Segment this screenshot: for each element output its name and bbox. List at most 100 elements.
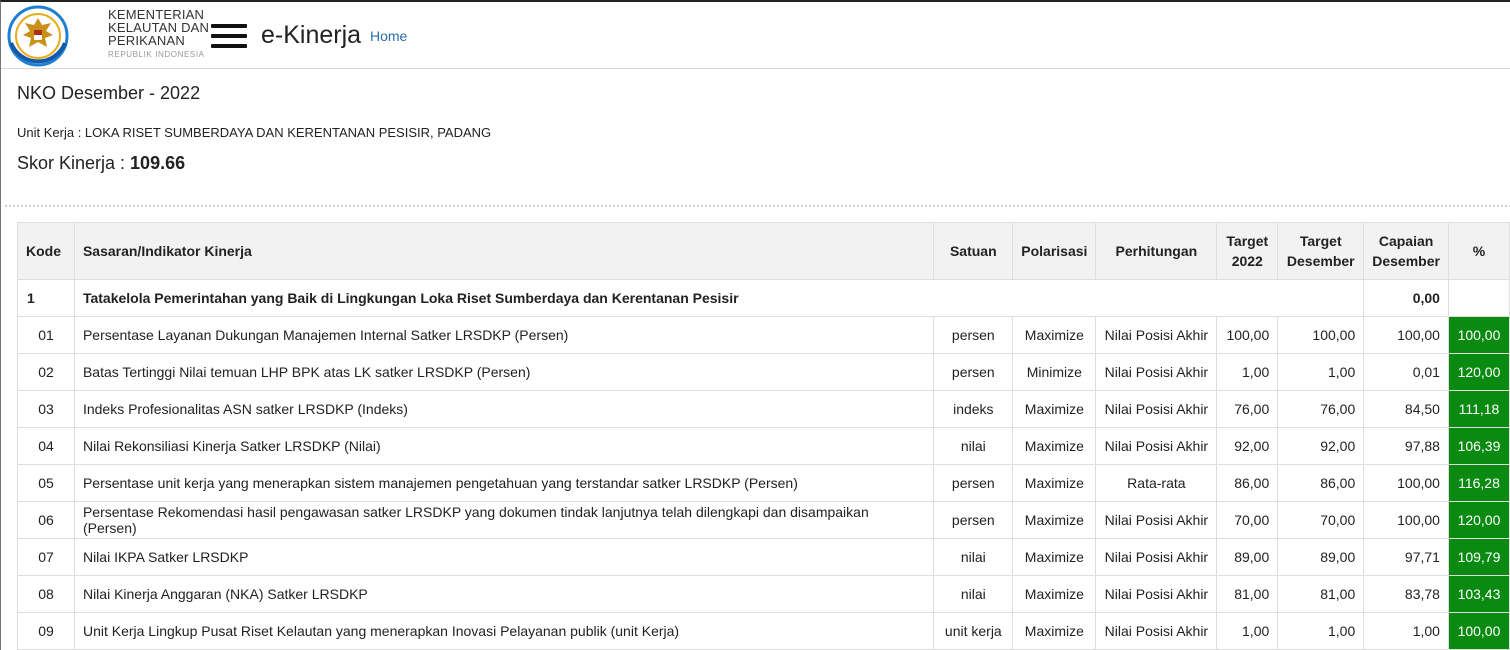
skor-label: Skor Kinerja : (17, 153, 131, 173)
cell-perhitungan: Nilai Posisi Akhir (1095, 390, 1218, 428)
cell-target-desember: 1,00 (1277, 612, 1365, 650)
col-header-perhitungan: Perhitungan (1095, 222, 1218, 280)
col-header-kode: Kode (17, 222, 75, 280)
cell-indikator: Indeks Profesionalitas ASN satker LRSDKP… (73, 390, 935, 428)
table-row[interactable]: 09 Unit Kerja Lingkup Pusat Riset Kelaut… (17, 612, 1510, 650)
logo-text: KEMENTERIAN KELAUTAN DAN PERIKANAN REPUB… (108, 8, 209, 59)
kkp-emblem-icon[interactable] (5, 5, 71, 67)
cell-target-desember: 100,00 (1277, 316, 1365, 354)
cell-indikator: Persentase Rekomendasi hasil pengawasan … (73, 501, 935, 539)
cell-target-desember: 81,00 (1277, 575, 1365, 613)
cell-target-desember: 86,00 (1277, 464, 1365, 502)
cell-satuan: persen (933, 353, 1014, 391)
section-divider (5, 205, 1510, 207)
nav-home-link[interactable]: Home (370, 28, 407, 44)
cell-satuan: unit kerja (933, 612, 1014, 650)
cell-target-2022: 92,00 (1216, 427, 1279, 465)
cell-indikator: Unit Kerja Lingkup Pusat Riset Kelautan … (73, 612, 935, 650)
group-capaian: 0,00 (1363, 279, 1449, 317)
cell-capaian: 97,71 (1363, 538, 1449, 576)
cell-capaian: 100,00 (1363, 464, 1449, 502)
cell-kode: 08 (17, 575, 75, 613)
cell-polarisasi: Minimize (1012, 353, 1097, 391)
unit-kerja-value: LOKA RISET SUMBERDAYA DAN KERENTANAN PES… (84, 125, 492, 140)
cell-capaian: 0,01 (1363, 353, 1449, 391)
cell-indikator: Persentase Layanan Dukungan Manajemen In… (73, 316, 935, 354)
cell-target-desember: 76,00 (1277, 390, 1365, 428)
unit-kerja-label: Unit Kerja : (17, 125, 85, 140)
app-name[interactable]: e-Kinerja (261, 21, 361, 50)
col-header-target-desember: Target Desember (1277, 222, 1365, 280)
cell-persen: 100,00 (1447, 612, 1510, 650)
table-header-row: Kode Sasaran/Indikator Kinerja Satuan Po… (17, 222, 1510, 280)
cell-perhitungan: Nilai Posisi Akhir (1095, 575, 1218, 613)
cell-satuan: nilai (933, 427, 1014, 465)
cell-target-2022: 100,00 (1216, 316, 1279, 354)
table-row[interactable]: 05 Persentase unit kerja yang menerapkan… (17, 464, 1510, 502)
cell-indikator: Persentase unit kerja yang menerapkan si… (73, 464, 935, 502)
kinerja-table: Kode Sasaran/Indikator Kinerja Satuan Po… (17, 222, 1510, 650)
table-row[interactable]: 03 Indeks Profesionalitas ASN satker LRS… (17, 390, 1510, 428)
cell-persen: 106,39 (1447, 427, 1510, 465)
cell-capaian: 100,00 (1363, 501, 1449, 539)
cell-perhitungan: Nilai Posisi Akhir (1095, 353, 1218, 391)
cell-polarisasi: Maximize (1012, 464, 1097, 502)
table-row[interactable]: 07 Nilai IKPA Satker LRSDKP nilai Maximi… (17, 538, 1510, 576)
cell-target-2022: 70,00 (1216, 501, 1279, 539)
cell-persen: 111,18 (1447, 390, 1510, 428)
cell-polarisasi: Maximize (1012, 427, 1097, 465)
cell-capaian: 83,78 (1363, 575, 1449, 613)
cell-target-2022: 89,00 (1216, 538, 1279, 576)
cell-kode: 05 (17, 464, 75, 502)
col-header-target-2022-line2: 2022 (1231, 253, 1263, 269)
cell-perhitungan: Nilai Posisi Akhir (1095, 427, 1218, 465)
table-row[interactable]: 08 Nilai Kinerja Anggaran (NKA) Satker L… (17, 575, 1510, 613)
col-header-persen: % (1447, 222, 1510, 280)
col-header-polarisasi: Polarisasi (1012, 222, 1097, 280)
table-row[interactable]: 06 Persentase Rekomendasi hasil pengawas… (17, 501, 1510, 539)
col-header-target-desember-line2: Desember (1286, 253, 1355, 269)
cell-persen: 116,28 (1447, 464, 1510, 502)
table-row[interactable]: 02 Batas Tertinggi Nilai temuan LHP BPK … (17, 353, 1510, 391)
cell-polarisasi: Maximize (1012, 612, 1097, 650)
cell-persen: 120,00 (1447, 501, 1510, 539)
cell-polarisasi: Maximize (1012, 538, 1097, 576)
col-header-target-2022: Target 2022 (1216, 222, 1279, 280)
unit-kerja: Unit Kerja : LOKA RISET SUMBERDAYA DAN K… (17, 125, 491, 140)
col-header-capaian-desember: Capaian Desember (1363, 222, 1449, 280)
cell-kode: 01 (17, 316, 75, 354)
cell-satuan: indeks (933, 390, 1014, 428)
table-row[interactable]: 04 Nilai Rekonsiliasi Kinerja Satker LRS… (17, 427, 1510, 465)
table-group-row: 1 Tatakelola Pemerintahan yang Baik di L… (17, 279, 1510, 317)
cell-persen: 103,43 (1447, 575, 1510, 613)
cell-persen: 120,00 (1447, 353, 1510, 391)
cell-polarisasi: Maximize (1012, 390, 1097, 428)
cell-kode: 04 (17, 427, 75, 465)
cell-capaian: 97,88 (1363, 427, 1449, 465)
col-header-indikator: Sasaran/Indikator Kinerja (73, 222, 935, 280)
cell-polarisasi: Maximize (1012, 501, 1097, 539)
cell-satuan: nilai (933, 538, 1014, 576)
hamburger-menu-icon[interactable] (211, 24, 247, 48)
logo-subtitle: REPUBLIK INDONESIA (108, 50, 205, 59)
cell-indikator: Nilai IKPA Satker LRSDKP (73, 538, 935, 576)
cell-polarisasi: Maximize (1012, 316, 1097, 354)
cell-target-desember: 70,00 (1277, 501, 1365, 539)
group-kode: 1 (17, 279, 75, 317)
col-header-target-desember-line1: Target (1299, 233, 1342, 249)
table-row[interactable]: 01 Persentase Layanan Dukungan Manajemen… (17, 316, 1510, 354)
cell-kode: 07 (17, 538, 75, 576)
cell-satuan: persen (933, 316, 1014, 354)
cell-kode: 03 (17, 390, 75, 428)
cell-perhitungan: Rata-rata (1095, 464, 1218, 502)
cell-perhitungan: Nilai Posisi Akhir (1095, 538, 1218, 576)
col-header-satuan: Satuan (933, 222, 1014, 280)
cell-indikator: Nilai Kinerja Anggaran (NKA) Satker LRSD… (73, 575, 935, 613)
cell-persen: 109,79 (1447, 538, 1510, 576)
cell-capaian: 1,00 (1363, 612, 1449, 650)
cell-satuan: nilai (933, 575, 1014, 613)
cell-perhitungan: Nilai Posisi Akhir (1095, 316, 1218, 354)
logo-line-3: PERIKANAN (108, 33, 185, 48)
page-title: NKO Desember - 2022 (17, 83, 201, 103)
col-header-capaian-desember-line1: Capaian (1378, 233, 1434, 249)
